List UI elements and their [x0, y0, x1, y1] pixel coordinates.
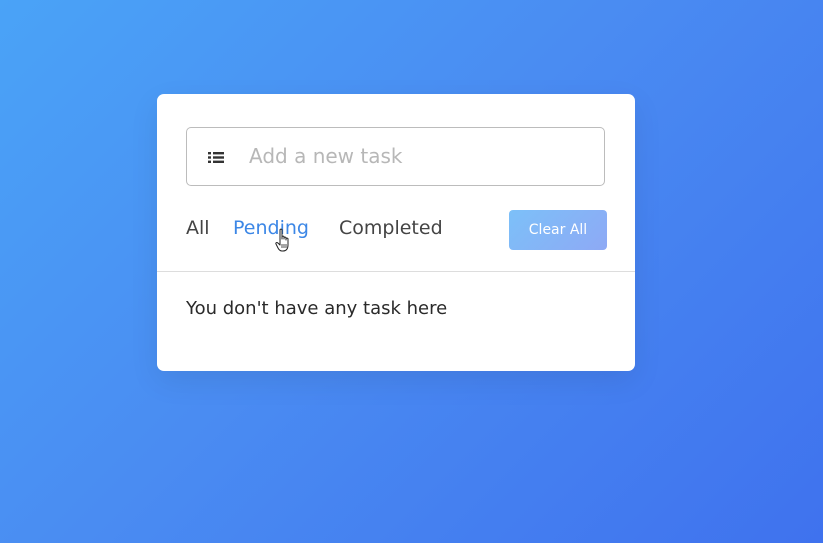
filter-pending[interactable]: Pending [233, 217, 309, 239]
filter-all[interactable]: All [186, 217, 210, 239]
task-input[interactable] [249, 136, 589, 176]
divider [157, 271, 635, 272]
clear-all-button[interactable]: Clear All [509, 210, 607, 250]
list-icon [208, 152, 224, 163]
filter-completed[interactable]: Completed [339, 217, 443, 239]
empty-task-message: You don't have any task here [186, 298, 448, 319]
task-input-container[interactable] [186, 127, 605, 186]
todo-card: All Pending Completed Clear All You don'… [157, 94, 635, 371]
